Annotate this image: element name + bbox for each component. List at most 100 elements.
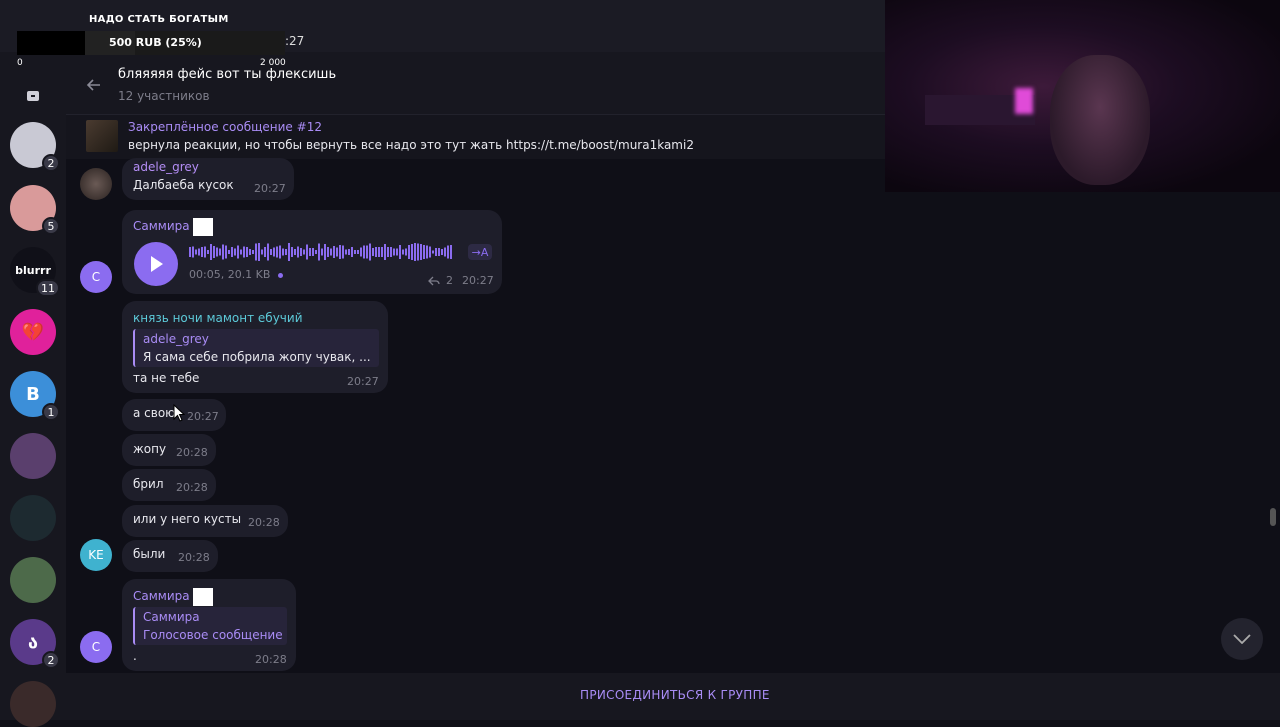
waveform-bar [288, 243, 290, 261]
sender-name[interactable]: Саммира [133, 589, 190, 603]
reply-sender: adele_grey [143, 332, 209, 346]
chat-header [66, 52, 885, 114]
sidebar-item-chat-9[interactable]: ა2 [10, 619, 60, 669]
goal-max-label: 2 000 [260, 58, 286, 68]
sidebar-item-chat-10[interactable] [10, 681, 56, 727]
waveform-bar [342, 245, 344, 259]
waveform-bar [204, 246, 206, 258]
waveform-bar [432, 250, 434, 254]
play-button[interactable] [134, 242, 178, 286]
avatar[interactable]: С [80, 261, 112, 293]
waveform-bar [414, 243, 416, 261]
message-time: 20:28 [176, 481, 208, 494]
chat-list-sidebar [0, 0, 66, 720]
waveform-bar [348, 249, 350, 255]
waveform-bar [369, 243, 371, 261]
avatar [10, 557, 56, 603]
waveform-bar [372, 248, 374, 256]
message-text: или у него кусты [133, 512, 242, 526]
waveform-bar [315, 250, 317, 254]
waveform-bar [351, 247, 353, 257]
sidebar-item-chat-1[interactable]: 2 [10, 122, 60, 172]
archive-icon[interactable] [26, 89, 40, 103]
waveform-bar [198, 248, 200, 256]
sidebar-item-chat-8[interactable] [10, 557, 56, 603]
waveform-bar [450, 245, 452, 259]
message-text: Далбаеба кусок [133, 178, 234, 192]
waveform-bar [306, 244, 308, 260]
unread-badge: 5 [42, 217, 60, 235]
webcam-overlay [885, 0, 1280, 192]
chat-participants-count: 12 участников [118, 89, 210, 103]
transcribe-button[interactable]: →A [468, 244, 492, 260]
waveform-bar [429, 246, 431, 258]
join-group-button[interactable]: ПРИСОЕДИНИТЬСЯ К ГРУППЕ [580, 688, 770, 702]
message-text: брил [133, 477, 164, 491]
avatar[interactable]: KE [80, 539, 112, 571]
pinned-title: Закреплённое сообщение #12 [128, 120, 322, 134]
sidebar-item-chat-3[interactable]: blurrr 11 [10, 247, 60, 297]
avatar[interactable] [80, 168, 112, 200]
sender-emoji-status [193, 588, 213, 606]
goal-min-label: 0 [17, 58, 23, 68]
waveform-bar [231, 247, 233, 257]
waveform-bar [438, 248, 440, 256]
waveform-bar [252, 250, 254, 254]
message-text: были [133, 547, 166, 561]
message-text: жопу [133, 442, 167, 456]
waveform-bar [210, 244, 212, 260]
waveform-bar [261, 249, 263, 255]
sender-name[interactable]: adele_grey [133, 160, 199, 174]
waveform-bar [237, 245, 239, 259]
pinned-text: вернула реакции, но чтобы вернуть все на… [128, 138, 694, 152]
sender-name[interactable]: Саммира [133, 219, 190, 233]
avatar[interactable]: С [80, 631, 112, 663]
waveform-bar [327, 247, 329, 257]
scroll-down-button[interactable] [1221, 618, 1263, 660]
sidebar-item-chat-6[interactable] [10, 433, 56, 479]
message-text: . [133, 649, 137, 663]
waveform-bar [420, 244, 422, 260]
unplayed-dot [278, 273, 283, 278]
waveform-bar [195, 249, 197, 255]
waveform-bar [354, 250, 356, 254]
waveform-bar [393, 248, 395, 256]
message-time: 20:28 [255, 653, 287, 666]
play-icon [151, 256, 163, 272]
waveform-bar [216, 247, 218, 257]
scrollbar-thumb[interactable] [1270, 508, 1276, 526]
sidebar-item-chat-5[interactable]: B1 [10, 371, 60, 421]
chevron-down-icon [1233, 634, 1251, 644]
waveform-bar [207, 250, 209, 254]
voice-duration: 00:05, 20.1 KB [189, 268, 271, 281]
sidebar-item-chat-7[interactable] [10, 495, 56, 541]
waveform-bar [192, 246, 194, 258]
overlay-black-box [17, 31, 85, 55]
sidebar-item-chat-2[interactable]: 5 [10, 185, 60, 235]
back-arrow-icon[interactable] [86, 77, 102, 93]
reply-count-icon[interactable] [428, 276, 440, 286]
unread-badge: 11 [36, 279, 60, 297]
goal-progress-bar: 500 RUB (25%) [85, 31, 285, 55]
waveform-bar [294, 249, 296, 255]
voice-waveform[interactable] [189, 242, 457, 262]
waveform-bar [285, 249, 287, 255]
waveform-bar [225, 245, 227, 259]
waveform-bar [333, 246, 335, 258]
waveform-bar [411, 244, 413, 260]
avatar: 💔 [10, 309, 56, 355]
waveform-bar [435, 248, 437, 256]
message-text: а свою [133, 406, 176, 420]
waveform-bar [444, 247, 446, 257]
waveform-bar [273, 247, 275, 257]
waveform-bar [300, 248, 302, 256]
sender-name[interactable]: князь ночи мамонт ебучий [133, 311, 303, 325]
reply-count[interactable]: 2 [446, 274, 453, 287]
waveform-bar [441, 249, 443, 255]
message-time: 20:27 [187, 410, 219, 423]
chat-title[interactable]: бляяяяя фейс вот ты флексишь [118, 67, 336, 82]
unread-badge: 2 [42, 154, 60, 172]
sidebar-item-chat-4[interactable]: 💔 [10, 309, 56, 355]
waveform-bar [402, 249, 404, 255]
webcam-light [1015, 88, 1033, 114]
